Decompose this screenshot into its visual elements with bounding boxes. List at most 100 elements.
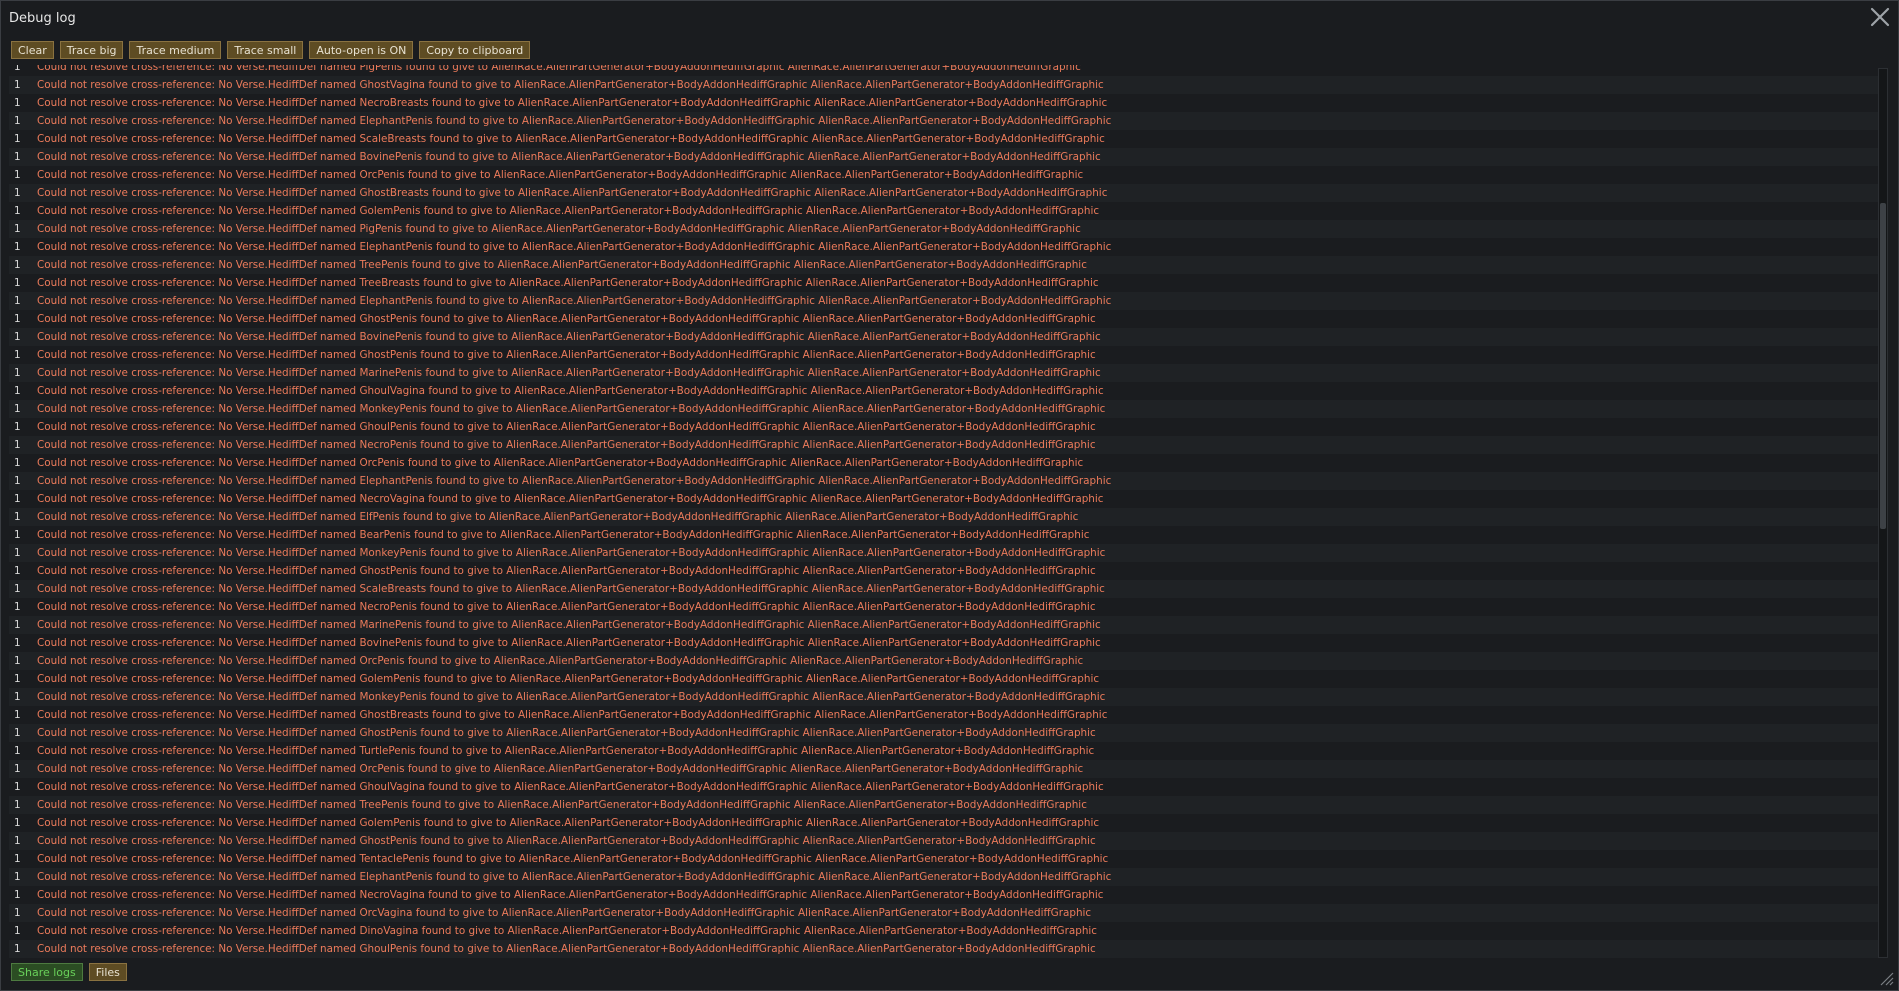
log-entry[interactable]: 1 Could not resolve cross-reference: No V… bbox=[9, 130, 1879, 148]
log-entry[interactable]: 1 Could not resolve cross-reference: No V… bbox=[9, 616, 1879, 634]
log-entry[interactable]: 1 Could not resolve cross-reference: No V… bbox=[9, 706, 1879, 724]
log-entry[interactable]: 1 Could not resolve cross-reference: No V… bbox=[9, 76, 1879, 94]
log-message-suffix: found to give to AlienRace.AlienPartGene… bbox=[420, 673, 1100, 685]
log-entry[interactable]: 1 Could not resolve cross-reference: No V… bbox=[9, 796, 1879, 814]
log-entry[interactable]: 1 Could not resolve cross-reference: No V… bbox=[9, 346, 1879, 364]
log-entry-message: Could not resolve cross-reference: No Ve… bbox=[37, 832, 1096, 850]
log-message-suffix: found to give to AlienRace.AlienPartGene… bbox=[432, 295, 1112, 307]
log-entry[interactable]: 1 Could not resolve cross-reference: No V… bbox=[9, 508, 1879, 526]
copy-to-clipboard-button[interactable]: Copy to clipboard bbox=[419, 41, 531, 59]
log-entry-count: 1 bbox=[14, 925, 21, 937]
log-entry[interactable]: 1 Could not resolve cross-reference: No V… bbox=[9, 526, 1879, 544]
log-message-prefix: Could not resolve cross-reference: No Ve… bbox=[37, 691, 360, 703]
log-entry[interactable]: 1 Could not resolve cross-reference: No V… bbox=[9, 400, 1879, 418]
log-list[interactable]: 1 Could not resolve cross-reference: No V… bbox=[9, 65, 1879, 960]
log-entry[interactable]: 1 Could not resolve cross-reference: No V… bbox=[9, 886, 1879, 904]
log-entry[interactable]: 1 Could not resolve cross-reference: No V… bbox=[9, 940, 1879, 958]
window-title: Debug log bbox=[9, 11, 76, 26]
log-entry[interactable]: 1 Could not resolve cross-reference: No V… bbox=[9, 544, 1879, 562]
log-message-suffix: found to give to AlienRace.AlienPartGene… bbox=[424, 889, 1104, 901]
log-entry[interactable]: 1 Could not resolve cross-reference: No V… bbox=[9, 490, 1879, 508]
log-message-prefix: Could not resolve cross-reference: No Ve… bbox=[37, 583, 360, 595]
clear-button[interactable]: Clear bbox=[11, 41, 54, 59]
log-entry[interactable]: 1 Could not resolve cross-reference: No V… bbox=[9, 850, 1879, 868]
log-entry[interactable]: 1 Could not resolve cross-reference: No V… bbox=[9, 256, 1879, 274]
log-entry[interactable]: 1 Could not resolve cross-reference: No V… bbox=[9, 148, 1879, 166]
log-scrollbar[interactable] bbox=[1878, 68, 1888, 958]
log-message-prefix: Could not resolve cross-reference: No Ve… bbox=[37, 223, 360, 235]
log-def-name: TreeBreasts bbox=[359, 277, 420, 289]
log-entry[interactable]: 1 Could not resolve cross-reference: No V… bbox=[9, 760, 1879, 778]
log-message-prefix: Could not resolve cross-reference: No Ve… bbox=[37, 493, 360, 505]
log-entry[interactable]: 1 Could not resolve cross-reference: No V… bbox=[9, 166, 1879, 184]
log-entry[interactable]: 1 Could not resolve cross-reference: No V… bbox=[9, 652, 1879, 670]
auto-open-toggle-button[interactable]: Auto-open is ON bbox=[309, 41, 414, 59]
log-entry[interactable]: 1 Could not resolve cross-reference: No V… bbox=[9, 904, 1879, 922]
log-entry[interactable]: 1 Could not resolve cross-reference: No V… bbox=[9, 202, 1879, 220]
log-def-name: BovinePenis bbox=[359, 637, 423, 649]
close-icon[interactable] bbox=[1868, 5, 1892, 29]
log-entry[interactable]: 1 Could not resolve cross-reference: No V… bbox=[9, 184, 1879, 202]
log-entry[interactable]: 1 Could not resolve cross-reference: No V… bbox=[9, 454, 1879, 472]
log-entry[interactable]: 1 Could not resolve cross-reference: No V… bbox=[9, 364, 1879, 382]
log-entry[interactable]: 1 Could not resolve cross-reference: No V… bbox=[9, 598, 1879, 616]
scrollbar-thumb[interactable] bbox=[1880, 203, 1886, 529]
log-message-suffix: found to give to AlienRace.AlienPartGene… bbox=[425, 79, 1104, 91]
log-entry[interactable]: 1 Could not resolve cross-reference: No V… bbox=[9, 688, 1879, 706]
share-logs-button[interactable]: Share logs bbox=[11, 963, 83, 981]
log-entry-message: Could not resolve cross-reference: No Ve… bbox=[37, 166, 1083, 184]
log-entry[interactable]: 1 Could not resolve cross-reference: No V… bbox=[9, 436, 1879, 454]
log-entry[interactable]: 1 Could not resolve cross-reference: No V… bbox=[9, 220, 1879, 238]
log-entry[interactable]: 1 Could not resolve cross-reference: No V… bbox=[9, 418, 1879, 436]
log-def-name: TreePenis bbox=[359, 259, 409, 271]
log-message-suffix: found to give to AlienRace.AlienPartGene… bbox=[412, 907, 1092, 919]
log-entry[interactable]: 1 Could not resolve cross-reference: No V… bbox=[9, 112, 1879, 130]
log-entry[interactable]: 1 Could not resolve cross-reference: No V… bbox=[9, 472, 1879, 490]
log-entry[interactable]: 1 Could not resolve cross-reference: No V… bbox=[9, 868, 1879, 886]
log-entry[interactable]: 1 Could not resolve cross-reference: No V… bbox=[9, 670, 1879, 688]
log-message-suffix: found to give to AlienRace.AlienPartGene… bbox=[410, 529, 1090, 541]
log-message-suffix: found to give to AlienRace.AlienPartGene… bbox=[408, 799, 1087, 811]
log-entry[interactable]: 1 Could not resolve cross-reference: No V… bbox=[9, 742, 1879, 760]
log-entry[interactable]: 1 Could not resolve cross-reference: No V… bbox=[9, 274, 1879, 292]
trace-small-button[interactable]: Trace small bbox=[227, 41, 304, 59]
log-entry[interactable]: 1 Could not resolve cross-reference: No V… bbox=[9, 382, 1879, 400]
log-entry[interactable]: 1 Could not resolve cross-reference: No V… bbox=[9, 634, 1879, 652]
log-entry-message: Could not resolve cross-reference: No Ve… bbox=[37, 778, 1104, 796]
log-entry[interactable]: 1 Could not resolve cross-reference: No V… bbox=[9, 832, 1879, 850]
log-message-suffix: found to give to AlienRace.AlienPartGene… bbox=[417, 835, 1096, 847]
log-message-prefix: Could not resolve cross-reference: No Ve… bbox=[37, 943, 360, 955]
files-button[interactable]: Files bbox=[88, 963, 127, 981]
log-entry[interactable]: 1 Could not resolve cross-reference: No V… bbox=[9, 238, 1879, 256]
log-entry-message: Could not resolve cross-reference: No Ve… bbox=[37, 94, 1107, 112]
log-entry[interactable]: 1 Could not resolve cross-reference: No V… bbox=[9, 922, 1879, 940]
log-entry-count: 1 bbox=[14, 367, 21, 379]
log-message-suffix: found to give to AlienRace.AlienPartGene… bbox=[432, 241, 1112, 253]
log-entry-count: 1 bbox=[14, 529, 21, 541]
log-entry[interactable]: 1 Could not resolve cross-reference: No V… bbox=[9, 292, 1879, 310]
log-message-prefix: Could not resolve cross-reference: No Ve… bbox=[37, 439, 360, 451]
log-entry[interactable]: 1 Could not resolve cross-reference: No V… bbox=[9, 778, 1879, 796]
log-message-suffix: found to give to AlienRace.AlienPartGene… bbox=[420, 817, 1100, 829]
log-message-prefix: Could not resolve cross-reference: No Ve… bbox=[37, 547, 360, 559]
log-entry[interactable]: 1 Could not resolve cross-reference: No V… bbox=[9, 724, 1879, 742]
log-def-name: NecroVagina bbox=[359, 889, 425, 901]
trace-big-button[interactable]: Trace big bbox=[59, 41, 124, 59]
log-entry[interactable]: 1 Could not resolve cross-reference: No V… bbox=[9, 580, 1879, 598]
log-entry-message: Could not resolve cross-reference: No Ve… bbox=[37, 544, 1105, 562]
log-entry[interactable]: 1 Could not resolve cross-reference: No V… bbox=[9, 328, 1879, 346]
trace-medium-button[interactable]: Trace medium bbox=[129, 41, 222, 59]
log-entry[interactable]: 1 Could not resolve cross-reference: No V… bbox=[9, 310, 1879, 328]
log-def-name: MonkeyPenis bbox=[359, 403, 427, 415]
log-entry[interactable]: 1 Could not resolve cross-reference: No V… bbox=[9, 814, 1879, 832]
log-entry[interactable]: 1 Could not resolve cross-reference: No V… bbox=[9, 562, 1879, 580]
resize-grip-icon[interactable] bbox=[1878, 970, 1894, 986]
log-entry-message: Could not resolve cross-reference: No Ve… bbox=[37, 562, 1096, 580]
log-entry-message: Could not resolve cross-reference: No Ve… bbox=[37, 346, 1096, 364]
log-message-prefix: Could not resolve cross-reference: No Ve… bbox=[37, 799, 360, 811]
log-entry-count: 1 bbox=[14, 871, 21, 883]
log-entry[interactable]: 1 Could not resolve cross-reference: No V… bbox=[9, 94, 1879, 112]
log-entry[interactable]: 1 Could not resolve cross-reference: No V… bbox=[9, 65, 1879, 76]
log-message-prefix: Could not resolve cross-reference: No Ve… bbox=[37, 565, 360, 577]
log-entry-message: Could not resolve cross-reference: No Ve… bbox=[37, 148, 1101, 166]
